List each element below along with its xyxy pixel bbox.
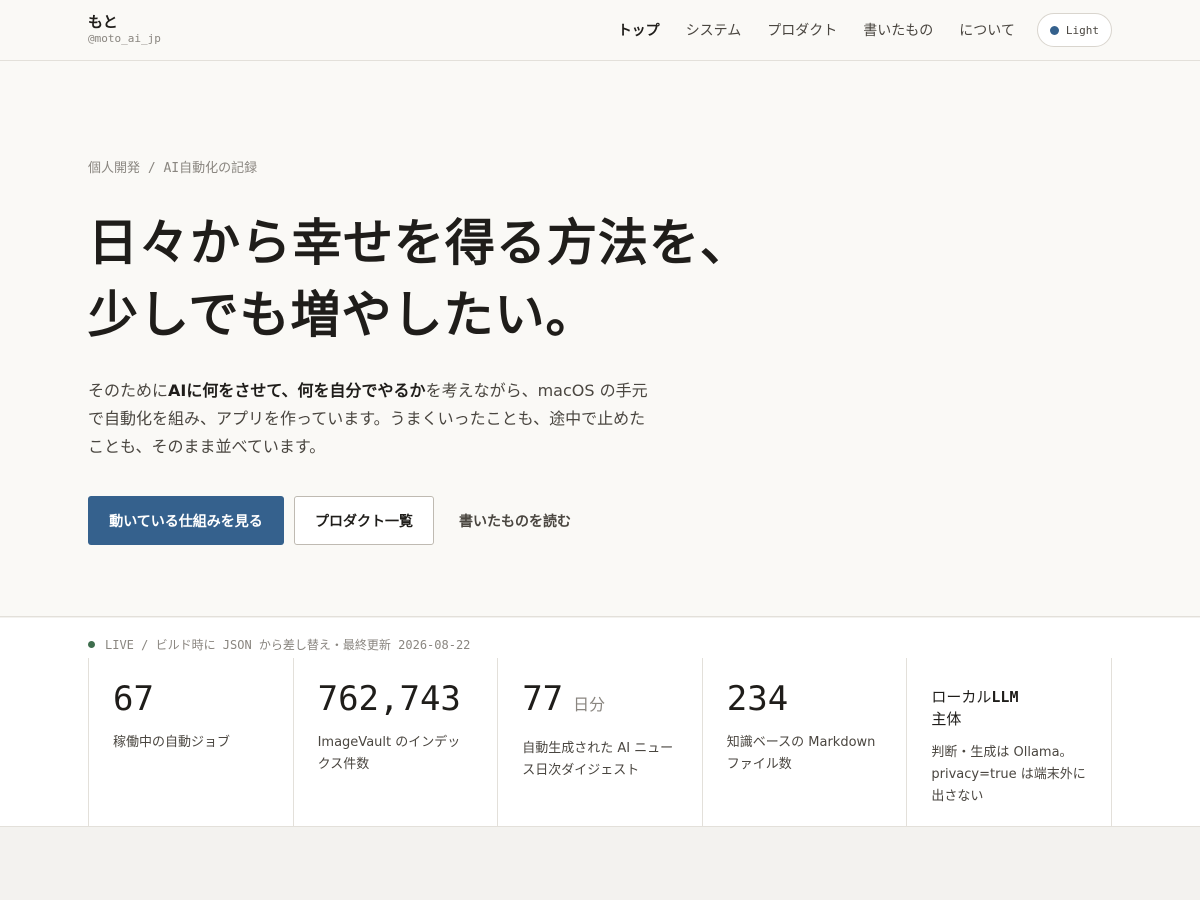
hero-title-line2: 少しでも増やしたい。 <box>88 286 597 344</box>
live-label-text: LIVE / ビルド時に JSON から差し替え・最終更新 2026-08-22 <box>105 638 471 652</box>
stat-number: 77 <box>522 679 564 719</box>
read-writings-link[interactable]: 書いたものを読む <box>459 496 571 545</box>
stat-value: 762,743 <box>318 680 474 718</box>
llm-note: 判断・生成は Ollama。privacy=true は端末外に出さない <box>931 745 1086 804</box>
brand[interactable]: もと @moto_ai_jp <box>88 13 161 46</box>
stats-grid: 67 稼働中の自動ジョブ 762,743 ImageVault のインデックス件… <box>88 658 1112 827</box>
nav-item-products[interactable]: プロダクト <box>767 20 837 40</box>
theme-toggle-button[interactable]: Light <box>1036 13 1112 47</box>
stat-card-news-digest: 77 日分 自動生成された AI ニュース日次ダイジェスト <box>498 658 703 827</box>
stat-card-local-llm: ローカルLLM 主体 判断・生成は Ollama。privacy=true は端… <box>907 658 1112 827</box>
live-stats-section: LIVE / ビルド時に JSON から差し替え・最終更新 2026-08-22… <box>0 618 1200 827</box>
view-systems-button[interactable]: 動いている仕組みを見る <box>88 496 284 545</box>
stat-value: 67 <box>113 680 269 718</box>
site-header: もと @moto_ai_jp トップ システム プロダクト 書いたもの について… <box>0 0 1200 61</box>
hero-desc-part1: そのために <box>88 381 169 400</box>
stat-label: 稼働中の自動ジョブ <box>113 735 231 750</box>
brand-name[interactable]: もと <box>88 13 161 31</box>
stat-card-imagevault: 762,743 ImageVault のインデックス件数 <box>294 658 499 827</box>
hero-desc-emphasis: AIに何をさせて、何を自分でやるか <box>168 381 426 400</box>
hero-section: 個人開発 / AI自動化の記録 日々から幸せを得る方法を、 少しでも増やしたい。… <box>0 61 1200 617</box>
nav-item-system[interactable]: システム <box>686 20 742 40</box>
nav-item-top[interactable]: トップ <box>618 20 660 40</box>
stat-number: 67 <box>113 679 154 719</box>
brand-handle: @moto_ai_jp <box>88 32 161 45</box>
nav-item-writings[interactable]: 書いたもの <box>863 20 933 40</box>
llm-heading-part2: 主体 <box>931 710 962 728</box>
nav-item-about[interactable]: について <box>959 20 1015 40</box>
stat-label: 自動生成された AI ニュース日次ダイジェスト <box>522 741 674 778</box>
hero-title-line1: 日々から幸せを得る方法を、 <box>88 214 751 272</box>
hero-title: 日々から幸せを得る方法を、 少しでも増やしたい。 <box>88 207 788 351</box>
hero-description: そのためにAIに何をさせて、何を自分でやるかを考えながら、macOS の手元で自… <box>88 377 658 461</box>
live-label: LIVE / ビルド時に JSON から差し替え・最終更新 2026-08-22 <box>88 636 470 653</box>
stat-value: 234 <box>727 680 883 718</box>
cta-group: 動いている仕組みを見る プロダクト一覧 書いたものを読む <box>88 496 571 545</box>
stat-value: 77 日分 <box>522 680 678 724</box>
theme-label: Light <box>1065 23 1099 37</box>
main-nav: トップ システム プロダクト 書いたもの について Light <box>592 13 1112 47</box>
llm-heading-part1: ローカル <box>931 688 992 706</box>
stat-label: ImageVault のインデックス件数 <box>317 735 461 772</box>
stat-number: 234 <box>726 679 789 719</box>
llm-heading-emphasis: LLM <box>991 688 1019 706</box>
product-list-button[interactable]: プロダクト一覧 <box>294 496 434 545</box>
hero-kicker: 個人開発 / AI自動化の記録 <box>88 161 258 176</box>
stat-card-knowledge-base: 234 知識ベースの Markdown ファイル数 <box>703 658 908 827</box>
llm-heading: ローカルLLM 主体 <box>931 686 1087 730</box>
stat-label: 知識ベースの Markdown ファイル数 <box>726 735 876 772</box>
stat-number: 762,743 <box>317 679 461 719</box>
stat-unit: 日分 <box>573 695 606 714</box>
theme-dot-icon <box>1049 25 1059 35</box>
live-status-dot-icon <box>88 641 95 648</box>
stat-card-jobs: 67 稼働中の自動ジョブ <box>89 658 294 827</box>
